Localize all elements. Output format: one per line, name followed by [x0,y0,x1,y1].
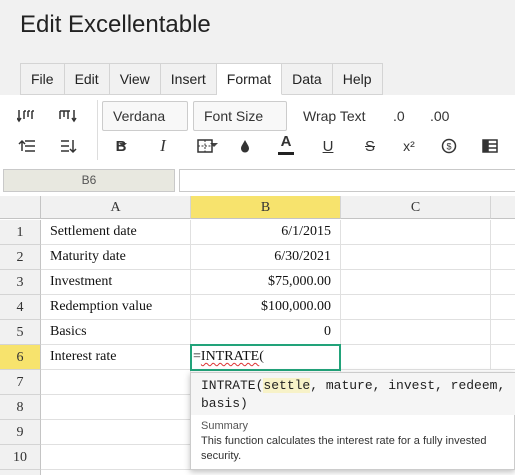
tab-data[interactable]: Data [282,64,333,95]
strikethrough-button[interactable]: S [357,133,383,159]
italic-button[interactable]: I [150,133,176,159]
cell-d6[interactable] [491,345,515,370]
row-header[interactable] [0,470,41,475]
tab-format[interactable]: Format [216,64,283,95]
format-toolbar: Verdana Font Size Wrap Text .0 .00 B I A… [0,95,515,163]
row-header[interactable]: 7 [0,370,41,395]
text-color-label: A [280,132,292,150]
row-header-selected[interactable]: 6 [0,345,41,370]
title-bar: Edit Excellentable [0,0,515,57]
indent-columns-icon[interactable] [55,103,81,129]
row-header[interactable]: 4 [0,295,41,320]
row-header[interactable]: 1 [0,220,41,245]
cell-a2[interactable]: Maturity date [41,245,191,270]
cell-c5[interactable] [341,320,491,345]
cell-d3[interactable] [491,270,515,295]
active-cell-editor[interactable]: =INTRATE( [190,344,341,371]
cell-c3[interactable] [341,270,491,295]
borders-icon[interactable] [192,133,218,159]
cell-c2[interactable] [341,245,491,270]
cell-d4[interactable] [491,295,515,320]
column-header-d[interactable] [491,196,515,219]
app-title: Edit Excellentable [20,11,211,38]
cell-a4[interactable]: Redemption value [41,295,191,320]
tab-view[interactable]: View [109,64,161,95]
formula-input[interactable] [179,169,515,192]
wrap-text-button[interactable]: Wrap Text [303,108,366,124]
font-size-dropdown[interactable]: Font Size [193,101,287,148]
cell-d1[interactable] [491,220,515,245]
cell-a3[interactable]: Investment [41,270,191,295]
cell-a5[interactable]: Basics [41,320,191,345]
row-header[interactable]: 2 [0,245,41,270]
tab-help[interactable]: Help [332,64,383,95]
font-size-value: Font Size [204,108,264,124]
row-header[interactable]: 10 [0,445,41,470]
merge-cells-icon[interactable] [477,133,503,159]
fill-color-icon[interactable] [232,133,258,159]
column-header-a[interactable]: A [41,196,191,219]
formula-function: INTRATE [200,349,260,364]
formula-suffix: ( [259,349,264,364]
text-color-button[interactable]: A [273,131,299,157]
cell-d5[interactable] [491,320,515,345]
row-header[interactable]: 5 [0,320,41,345]
menu-tabs: File Edit View Insert Format Data Help [20,63,383,95]
row-header[interactable]: 9 [0,420,41,445]
cell-a9[interactable] [41,420,191,445]
tab-edit[interactable]: Edit [64,64,110,95]
text-color-swatch [278,151,294,155]
outdent-icon[interactable] [14,133,40,159]
function-tooltip: INTRATE(settle, mature, invest, redeem, … [190,372,515,470]
superscript-button[interactable]: x² [396,133,422,159]
cell-reference-box[interactable]: B6 [3,169,175,192]
underline-button[interactable]: U [315,133,341,159]
bold-button[interactable]: B [108,133,134,159]
formula-row: B6 [0,163,515,196]
currency-button[interactable]: $ [436,133,462,159]
cell-c4[interactable] [341,295,491,320]
cell-c6[interactable] [341,345,491,370]
cell-a6[interactable]: Interest rate [41,345,191,370]
function-signature: INTRATE(settle, mature, invest, redeem, … [191,373,515,415]
cell-b3[interactable]: $75,000.00 [191,270,341,295]
tab-insert[interactable]: Insert [160,64,217,95]
decrease-decimal-button[interactable]: .0 [393,108,405,124]
toolbar-divider [97,100,98,160]
cell-b5[interactable]: 0 [191,320,341,345]
remaining-parameters: , mature, invest, redeem, [310,378,506,393]
cell-b1[interactable]: 6/1/2015 [191,220,341,245]
font-family-dropdown[interactable]: Verdana [102,101,188,148]
parameters-line-two: basis) [201,396,248,411]
function-name: INTRATE( [201,378,264,393]
column-header-b[interactable]: B [191,196,341,219]
row-header[interactable]: 3 [0,270,41,295]
tab-file[interactable]: File [21,64,65,95]
cell-b2[interactable]: 6/30/2021 [191,245,341,270]
summary-label: Summary [201,420,249,432]
cell-c1[interactable] [341,220,491,245]
cell-b4[interactable]: $100,000.00 [191,295,341,320]
column-header-c[interactable]: C [341,196,491,219]
sort-icon[interactable] [55,133,81,159]
cell-a8[interactable] [41,395,191,420]
active-parameter: settle [263,378,311,393]
currency-symbol: $ [446,142,451,152]
font-family-value: Verdana [113,108,166,124]
formula-prefix: = [193,349,201,364]
increase-decimal-button[interactable]: .00 [430,108,449,124]
indent-rows-icon[interactable] [14,103,40,129]
cell-a7[interactable] [41,370,191,395]
cell-a1[interactable]: Settlement date [41,220,191,245]
row-header[interactable]: 8 [0,395,41,420]
cell-a10[interactable] [41,445,191,470]
menu-bar: File Edit View Insert Format Data Help [0,57,515,95]
summary-text: This function calculates the interest ra… [201,435,487,462]
select-all-corner[interactable] [0,196,41,219]
cell-d2[interactable] [491,245,515,270]
